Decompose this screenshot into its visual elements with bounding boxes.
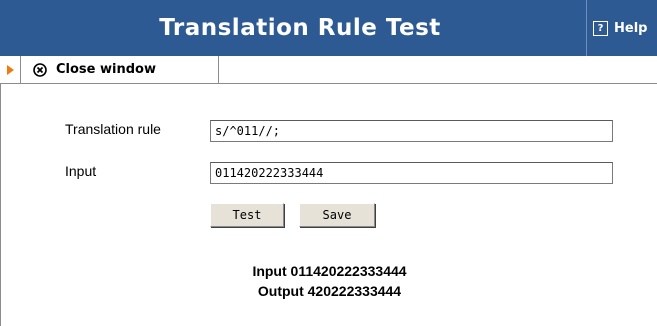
close-window-button[interactable]: Close window (21, 56, 219, 83)
help-icon: ? (593, 20, 608, 36)
toolbar-arrow-icon (0, 56, 21, 83)
close-window-label: Close window (56, 62, 156, 77)
translation-rule-input[interactable] (210, 120, 613, 142)
translation-rule-label: Translation rule (65, 121, 161, 137)
input-label: Input (65, 163, 97, 179)
result-output-line: Output 420222333444 (257, 283, 402, 299)
help-link[interactable]: ? Help (586, 0, 657, 56)
result-input-line: Input 011420222333444 (252, 263, 407, 279)
test-button[interactable]: Test (210, 203, 284, 227)
title-bar: Translation Rule Test ? Help (0, 0, 657, 56)
save-button[interactable]: Save (299, 203, 375, 227)
window-title: Translation Rule Test (159, 15, 441, 41)
toolbar: Close window (0, 56, 657, 84)
close-icon (33, 62, 47, 77)
help-label: Help (614, 20, 648, 36)
input-field[interactable] (210, 162, 613, 184)
content-area: Translation rule Input Test Save Input 0… (0, 84, 657, 326)
